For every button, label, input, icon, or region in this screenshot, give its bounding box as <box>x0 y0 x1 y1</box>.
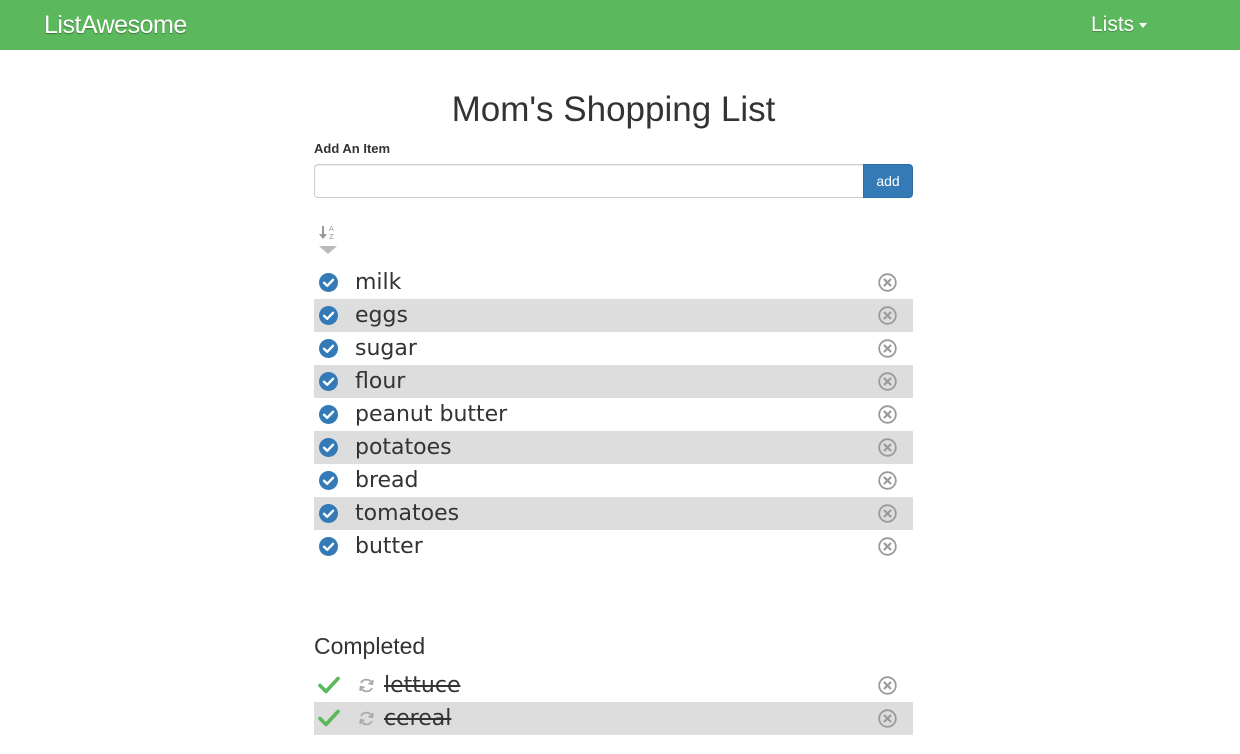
list-item: peanut butter <box>314 398 913 431</box>
list-item: sugar <box>314 332 913 365</box>
list-item-label: butter <box>355 534 423 559</box>
sort-control[interactable]: A Z <box>317 222 339 260</box>
list-item-label: sugar <box>355 336 417 361</box>
list-item: bread <box>314 464 913 497</box>
check-circle-icon[interactable] <box>319 339 338 358</box>
remove-circle-icon[interactable] <box>878 372 897 391</box>
completed-item: cereal <box>314 702 913 735</box>
list-item: butter <box>314 530 913 563</box>
lists-dropdown-label: Lists <box>1091 13 1135 36</box>
remove-circle-icon[interactable] <box>878 471 897 490</box>
list-item-label: peanut butter <box>355 402 508 427</box>
check-circle-icon[interactable] <box>319 438 338 457</box>
list-item: potatoes <box>314 431 913 464</box>
list-item-label: tomatoes <box>355 501 460 526</box>
completed-items-list: lettuce cereal <box>314 669 913 735</box>
check-circle-icon[interactable] <box>319 306 338 325</box>
list-item: flour <box>314 365 913 398</box>
brand-logo[interactable]: ListAwesome <box>44 10 187 40</box>
check-circle-icon[interactable] <box>319 405 338 424</box>
lists-dropdown[interactable]: Lists <box>1091 12 1148 38</box>
completed-heading: Completed <box>314 633 426 659</box>
add-button[interactable]: add <box>863 164 913 198</box>
remove-circle-icon[interactable] <box>878 438 897 457</box>
completed-item: lettuce <box>314 669 913 702</box>
checkmark-icon <box>318 675 340 695</box>
navbar: ListAwesome Lists <box>0 0 1240 50</box>
svg-text:Z: Z <box>329 233 334 241</box>
remove-circle-icon[interactable] <box>878 405 897 424</box>
refresh-icon[interactable] <box>358 677 375 694</box>
completed-item-label: lettuce <box>384 673 461 698</box>
list-item-label: milk <box>355 270 402 295</box>
check-circle-icon[interactable] <box>319 273 338 292</box>
remove-circle-icon[interactable] <box>878 504 897 523</box>
check-circle-icon[interactable] <box>319 372 338 391</box>
remove-circle-icon[interactable] <box>878 339 897 358</box>
remove-circle-icon[interactable] <box>878 537 897 556</box>
list-item-label: potatoes <box>355 435 452 460</box>
remove-circle-icon[interactable] <box>878 676 897 695</box>
remove-circle-icon[interactable] <box>878 273 897 292</box>
add-item-label: Add An Item <box>314 141 391 156</box>
caret-down-icon <box>1139 22 1148 28</box>
remove-circle-icon[interactable] <box>878 709 897 728</box>
list-item: eggs <box>314 299 913 332</box>
list-item-label: bread <box>355 468 419 493</box>
remove-circle-icon[interactable] <box>878 306 897 325</box>
sort-alpha-icon: A Z <box>319 225 337 254</box>
check-circle-icon[interactable] <box>319 537 338 556</box>
list-item-label: flour <box>355 369 406 394</box>
check-circle-icon[interactable] <box>319 471 338 490</box>
add-item-input[interactable] <box>314 164 863 198</box>
refresh-icon[interactable] <box>358 710 375 727</box>
list-item: milk <box>314 266 913 299</box>
completed-item-label: cereal <box>384 706 452 731</box>
list-item: tomatoes <box>314 497 913 530</box>
check-circle-icon[interactable] <box>319 504 338 523</box>
svg-text:A: A <box>329 225 334 233</box>
checkmark-icon <box>318 708 340 728</box>
page-title: Mom's Shopping List <box>451 90 776 129</box>
active-items-list: milk eggs sugar flour peanut butter potatoes b… <box>314 266 913 563</box>
list-item-label: eggs <box>355 303 408 328</box>
